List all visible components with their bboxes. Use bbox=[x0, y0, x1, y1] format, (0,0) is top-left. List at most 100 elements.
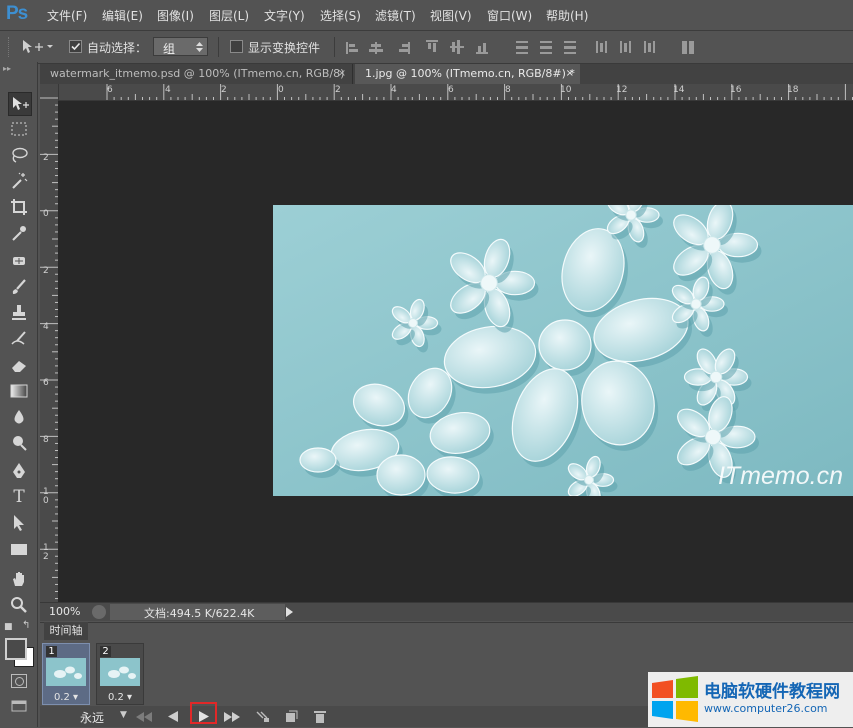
path-selection-tool[interactable] bbox=[8, 512, 30, 534]
brush-icon bbox=[12, 279, 26, 294]
tool-preset-picker[interactable] bbox=[21, 38, 53, 56]
menu-layer[interactable]: 图层(L) bbox=[209, 7, 249, 24]
document-image[interactable]: ITmemo.cn bbox=[273, 205, 853, 496]
previous-frame-icon[interactable] bbox=[168, 711, 178, 722]
next-frame-icon[interactable] bbox=[224, 712, 240, 722]
ruler-label: 4 bbox=[391, 85, 397, 95]
eraser-tool[interactable] bbox=[8, 354, 30, 376]
menu-select[interactable]: 选择(S) bbox=[320, 7, 361, 24]
marquee-tool[interactable] bbox=[8, 118, 30, 140]
timeline-frame-1[interactable]: 1 0.2 ▾ bbox=[42, 643, 90, 705]
menu-window[interactable]: 窗口(W) bbox=[487, 7, 532, 24]
collapse-arrows-icon[interactable]: ▸▸ bbox=[3, 64, 11, 73]
ruler-label: 6 bbox=[43, 378, 49, 388]
frame-duration[interactable]: 0.2 ▾ bbox=[43, 692, 89, 703]
eraser-icon bbox=[12, 361, 26, 372]
dropdown-caret-icon: ▾ bbox=[123, 692, 133, 703]
divider bbox=[334, 37, 335, 57]
frame-thumbnail bbox=[46, 658, 86, 686]
share-icon[interactable] bbox=[92, 605, 106, 619]
lasso-icon bbox=[12, 147, 28, 163]
blur-tool[interactable] bbox=[8, 406, 30, 428]
tween-icon[interactable] bbox=[256, 710, 270, 723]
doc-info-field: 文档:494.5 K/622.4K bbox=[110, 604, 285, 620]
close-icon[interactable]: × bbox=[338, 64, 346, 84]
status-menu-arrow-icon[interactable] bbox=[286, 607, 294, 617]
brand-url: www.computer26.com bbox=[704, 702, 828, 715]
gradient-icon bbox=[10, 384, 28, 398]
history-brush-tool[interactable] bbox=[8, 328, 30, 350]
play-button-highlight bbox=[190, 702, 217, 724]
zoom-level[interactable]: 100% bbox=[49, 605, 80, 618]
hand-tool[interactable] bbox=[8, 568, 30, 590]
menu-edit[interactable]: 编辑(E) bbox=[102, 7, 143, 24]
menu-file[interactable]: 文件(F) bbox=[47, 7, 87, 24]
healing-brush-tool[interactable] bbox=[8, 250, 30, 272]
ruler-label: 1 2 bbox=[43, 543, 49, 562]
document-tab-bar: watermark_itmemo.psd @ 100% (ITmemo.cn, … bbox=[40, 64, 853, 84]
menu-bar: Ps 文件(F) 编辑(E) 图像(I) 图层(L) 文字(Y) 选择(S) 滤… bbox=[0, 0, 853, 28]
move-tool[interactable] bbox=[8, 92, 32, 116]
menu-type[interactable]: 文字(Y) bbox=[264, 7, 305, 24]
dropdown-caret-icon: ▼ bbox=[120, 710, 127, 720]
loop-value: 永远 bbox=[80, 711, 105, 725]
clone-stamp-tool[interactable] bbox=[8, 302, 30, 324]
frame-thumbnail bbox=[100, 658, 140, 686]
menu-filter[interactable]: 滤镜(T) bbox=[375, 7, 416, 24]
ruler-label: 8 bbox=[43, 435, 49, 445]
document-tab-1jpg[interactable]: 1.jpg @ 100% (ITmemo.cn, RGB/8#) * × bbox=[355, 64, 580, 84]
auto-select-value: 组 bbox=[163, 42, 176, 56]
pen-icon bbox=[13, 463, 25, 478]
rectangle-tool[interactable] bbox=[8, 538, 30, 560]
quick-mask-button[interactable] bbox=[11, 674, 27, 688]
pen-tool[interactable] bbox=[8, 460, 30, 482]
ruler-label: 4 bbox=[43, 322, 49, 332]
menu-image[interactable]: 图像(I) bbox=[157, 7, 194, 24]
magic-wand-tool[interactable] bbox=[8, 170, 30, 192]
crop-tool[interactable] bbox=[8, 196, 30, 218]
default-colors-icon[interactable]: ■ bbox=[4, 622, 13, 632]
auto-select-checkbox[interactable] bbox=[69, 40, 82, 53]
healing-brush-icon bbox=[13, 257, 25, 265]
history-brush-icon bbox=[11, 331, 26, 345]
thumbnail-art bbox=[46, 658, 86, 686]
rectangle-icon bbox=[11, 544, 27, 555]
dropdown-caret-icon: ▾ bbox=[69, 692, 79, 703]
dodge-tool[interactable] bbox=[8, 432, 30, 454]
grip bbox=[8, 37, 11, 57]
menu-view[interactable]: 视图(V) bbox=[430, 7, 472, 24]
loop-dropdown[interactable]: 永远 ▼ bbox=[70, 708, 130, 725]
timeline-frame-2[interactable]: 2 0.2 ▾ bbox=[96, 643, 144, 705]
gradient-tool[interactable] bbox=[8, 380, 30, 402]
close-icon[interactable]: × bbox=[566, 64, 574, 84]
brush-tool[interactable] bbox=[8, 276, 30, 298]
show-transform-checkbox[interactable] bbox=[230, 40, 243, 53]
zoom-tool[interactable] bbox=[8, 594, 30, 616]
foreground-color-swatch[interactable] bbox=[5, 638, 27, 660]
frame-duration[interactable]: 0.2 ▾ bbox=[97, 692, 143, 703]
lasso-tool[interactable] bbox=[8, 144, 30, 166]
screen-mode-button[interactable] bbox=[11, 700, 27, 712]
ruler-label: 14 bbox=[673, 85, 685, 95]
document-tab-watermark[interactable]: watermark_itmemo.psd @ 100% (ITmemo.cn, … bbox=[40, 64, 353, 84]
trash-icon[interactable] bbox=[314, 710, 326, 723]
duplicate-frame-icon[interactable] bbox=[285, 710, 298, 723]
swap-colors-icon[interactable]: ↰ bbox=[22, 620, 30, 631]
tab-timeline[interactable]: 时间轴 bbox=[44, 622, 88, 640]
type-icon: T bbox=[13, 487, 25, 507]
windows-logo-icon bbox=[652, 676, 698, 722]
menu-help[interactable]: 帮助(H) bbox=[546, 7, 588, 24]
eyedropper-tool[interactable] bbox=[8, 222, 30, 244]
vertical-ruler[interactable]: 2 0 2 4 6 8 1 0 1 2 bbox=[40, 84, 59, 602]
brand-name: 电脑软硬件教程网 bbox=[704, 682, 840, 702]
auto-select-dropdown[interactable]: 组 bbox=[153, 37, 208, 56]
stamp-icon bbox=[12, 305, 26, 320]
blur-icon bbox=[14, 410, 24, 424]
doc-info: 文档:494.5 K/622.4K bbox=[144, 607, 255, 620]
first-frame-icon[interactable] bbox=[136, 712, 152, 722]
ruler-label: 16 bbox=[730, 85, 742, 95]
align-distribute-buttons[interactable] bbox=[346, 40, 706, 56]
type-tool[interactable]: T bbox=[8, 486, 30, 508]
options-bar: 自动选择： 组 显示变换控件 bbox=[0, 30, 853, 64]
horizontal-ruler[interactable]: 6 4 2 0 2 4 6 8 10 12 14 16 18 bbox=[58, 84, 853, 101]
